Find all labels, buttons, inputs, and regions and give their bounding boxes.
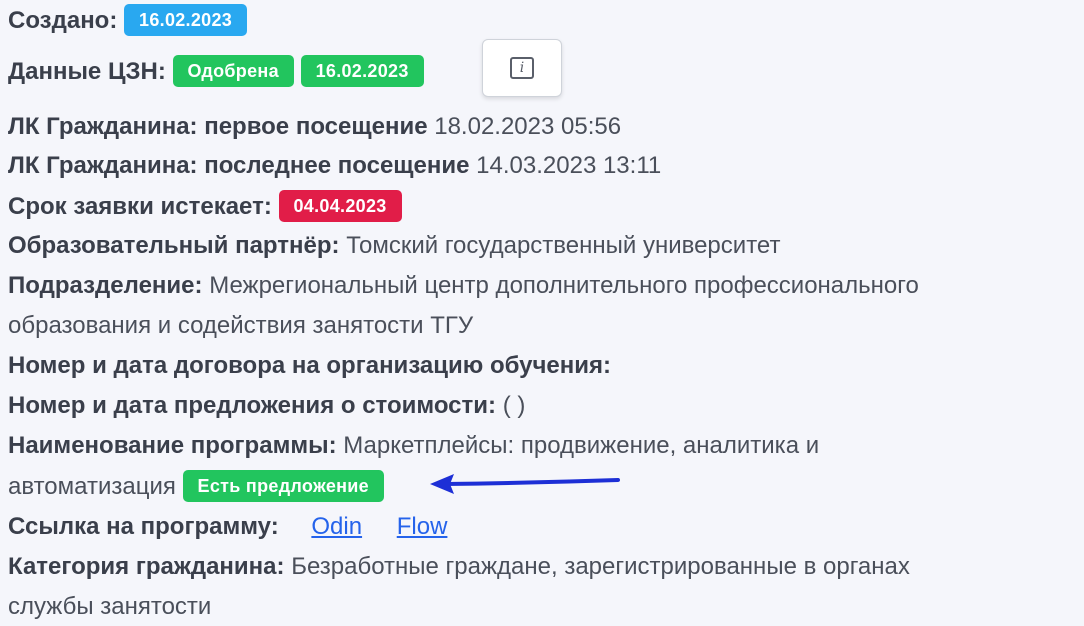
cost-offer-value: ( ) (502, 392, 526, 419)
cost-offer-row: Номер и дата предложения о стоимости: ( … (8, 389, 525, 423)
czn-status-badge: Одобрена (172, 54, 294, 87)
category-row: Категория гражданина: Безработные гражда… (8, 550, 910, 584)
first-visit-row: ЛК Гражданина: первое посещение 18.02.20… (8, 110, 621, 144)
program-value-line1: Маркетплейсы: продвижение, аналитика и (343, 432, 820, 459)
division-label: Подразделение: (8, 272, 203, 299)
program-link-row: Ссылка на программу: Odin Flow (8, 510, 447, 544)
program-link-label: Ссылка на программу: (8, 513, 279, 540)
category-value-line2: службы занятости (8, 593, 212, 620)
czn-date-badge: 16.02.2023 (300, 54, 424, 87)
last-visit-row: ЛК Гражданина: последнее посещение 14.03… (8, 149, 661, 183)
czn-row: Данные ЦЗН: Одобрена 16.02.2023 (8, 54, 424, 89)
arrow-annotation (430, 474, 620, 494)
division-value-line2: образования и содействия занятости ТГУ (8, 312, 474, 339)
info-icon: i (510, 57, 534, 79)
division-row-cont: образования и содействия занятости ТГУ (8, 309, 473, 343)
created-date-badge: 16.02.2023 (124, 3, 248, 36)
category-row-cont: службы занятости (8, 590, 211, 624)
category-label: Категория гражданина: (8, 553, 285, 580)
last-visit-value: 14.03.2023 13:11 (476, 152, 662, 179)
cost-offer-label: Номер и дата предложения о стоимости: (8, 392, 497, 419)
partner-label: Образовательный партнёр: (8, 232, 340, 259)
program-row: Наименование программы: Маркетплейсы: пр… (8, 429, 819, 463)
partner-value: Томский государственный университет (346, 232, 781, 259)
expires-row: Срок заявки истекает: 04.04.2023 (8, 189, 402, 224)
arrow-annotation-line (442, 478, 620, 486)
last-visit-label: ЛК Гражданина: последнее посещение (8, 152, 470, 179)
program-row-cont: автоматизация Есть предложение (8, 469, 384, 504)
created-label: Создано: (8, 7, 118, 34)
first-visit-label: ЛК Гражданина: первое посещение (8, 113, 428, 140)
odin-link[interactable]: Odin (311, 513, 362, 540)
first-visit-value: 18.02.2023 05:56 (434, 113, 622, 140)
expires-date-badge: 04.04.2023 (278, 189, 402, 222)
created-row: Создано: 16.02.2023 (8, 3, 248, 38)
flow-link[interactable]: Flow (397, 513, 448, 540)
partner-row: Образовательный партнёр: Томский государ… (8, 229, 780, 263)
info-button[interactable]: i (482, 39, 562, 97)
czn-label: Данные ЦЗН: (8, 58, 166, 85)
division-value-line1: Межрегиональный центр дополнительного пр… (209, 272, 919, 299)
program-label: Наименование программы: (8, 432, 337, 459)
contract-row: Номер и дата договора на организацию обу… (8, 349, 611, 383)
program-value-line2: автоматизация (8, 473, 176, 500)
division-row: Подразделение: Межрегиональный центр доп… (8, 269, 919, 303)
expires-label: Срок заявки истекает: (8, 193, 272, 220)
category-value-line1: Безработные граждане, зарегистрированные… (291, 553, 910, 580)
contract-label: Номер и дата договора на организацию обу… (8, 352, 611, 379)
offer-badge: Есть предложение (182, 469, 384, 502)
